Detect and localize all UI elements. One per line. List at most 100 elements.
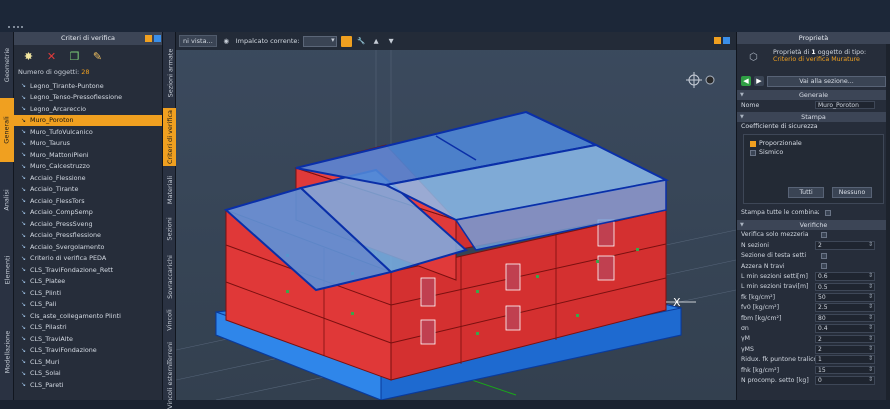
- tab-generali[interactable]: Generali: [0, 98, 14, 162]
- list-item-label: CLS_Platee: [30, 277, 66, 286]
- criterion-icon: ↘: [21, 266, 27, 274]
- property-value[interactable]: 0.4: [815, 324, 875, 333]
- list-item[interactable]: ↘ Acciaio_PressSveng: [14, 218, 162, 230]
- delete-icon[interactable]: ✕: [45, 50, 58, 63]
- down-arrow-icon[interactable]: ▼: [386, 37, 397, 45]
- list-item[interactable]: ↘ CLS_Muri: [14, 356, 162, 368]
- wrench-icon[interactable]: 🔧: [356, 37, 367, 45]
- property-value[interactable]: 80: [815, 313, 875, 323]
- list-item[interactable]: ↘ Acciaio_Flessione: [14, 172, 162, 184]
- name-field[interactable]: Muro_Poroton: [815, 100, 875, 110]
- up-arrow-icon[interactable]: ▲: [371, 37, 382, 45]
- tab-vincoli[interactable]: Vincoli: [163, 306, 177, 334]
- property-value[interactable]: 2: [815, 241, 875, 250]
- menu-dots-icon[interactable]: [8, 26, 23, 28]
- list-item[interactable]: ↘ CLS_Plinti: [14, 287, 162, 299]
- checkbox[interactable]: [750, 149, 756, 156]
- list-item[interactable]: ↘ CLS_Pilastri: [14, 322, 162, 334]
- list-item[interactable]: ↘ CLS_Pareti: [14, 379, 162, 391]
- list-item[interactable]: ↘ CLS_Pali: [14, 299, 162, 311]
- property-value[interactable]: 2.5: [815, 303, 875, 312]
- tab-sovraccarichi[interactable]: Sovraccarichi: [163, 252, 177, 302]
- close-panel-icon[interactable]: [154, 35, 161, 42]
- property-checkbox[interactable]: [821, 231, 827, 238]
- view-icon[interactable]: ◉: [221, 37, 232, 45]
- forward-icon[interactable]: ▶: [754, 76, 764, 86]
- properties-panel: Proprietà ⬡ Proprietà di 1 oggetto di ti…: [736, 32, 890, 400]
- select-none-button[interactable]: Nessuno: [832, 187, 872, 199]
- list-item[interactable]: ↘ Criterio di verifica PEDA: [14, 253, 162, 265]
- list-item[interactable]: ↘ Acciaio_CompSemp: [14, 207, 162, 219]
- list-item[interactable]: ↘ CLS_TraviFondazione: [14, 345, 162, 357]
- axis-x-label: X: [673, 296, 681, 309]
- list-item[interactable]: ↘ Legno_Arcareccio: [14, 103, 162, 115]
- tab-sezioni[interactable]: Sezioni: [163, 212, 177, 246]
- back-icon[interactable]: ◀: [741, 76, 751, 86]
- new-criterion-icon[interactable]: ✸: [22, 50, 35, 63]
- list-item[interactable]: ↘ CLS_TraviAlte: [14, 333, 162, 345]
- list-item-label: Acciaio_Svergolamento: [30, 242, 105, 251]
- property-checkbox[interactable]: [821, 252, 827, 259]
- tab-modellazione[interactable]: Modellazione: [0, 312, 14, 392]
- list-item[interactable]: ↘ Legno_Tirante-Puntone: [14, 80, 162, 92]
- tab-geometrie[interactable]: Geometrie: [0, 40, 14, 90]
- list-item[interactable]: ↘ Muro_Calcestruzzo: [14, 161, 162, 173]
- property-value[interactable]: 0: [815, 376, 875, 385]
- list-item[interactable]: ↘ Acciaio_Svergolamento: [14, 241, 162, 253]
- camera-icon[interactable]: [705, 75, 715, 85]
- 3d-viewport[interactable]: ni vista... ◉ Impalcato corrente: 🔧 ▲ ▼: [176, 32, 736, 400]
- tab-materiali[interactable]: Materiali: [163, 172, 177, 208]
- property-value[interactable]: 0.5: [815, 282, 875, 292]
- list-item[interactable]: ↘ Acciaio_Tirante: [14, 184, 162, 196]
- float-icon[interactable]: [714, 37, 721, 44]
- edit-icon[interactable]: ✎: [91, 50, 104, 63]
- list-item[interactable]: ↘ Muro_TufoVulcanico: [14, 126, 162, 138]
- property-value[interactable]: 2: [815, 334, 875, 344]
- lock-icon[interactable]: [340, 35, 352, 47]
- list-item[interactable]: ↘ Muro_Poroton: [14, 114, 162, 126]
- list-item[interactable]: ↘ Muro_MattoniPieni: [14, 149, 162, 161]
- checkbox-checked[interactable]: [750, 140, 756, 147]
- tab-elementi[interactable]: Elementi: [0, 238, 14, 302]
- select-all-button[interactable]: Tutti: [788, 187, 824, 199]
- property-checkbox[interactable]: [821, 263, 827, 270]
- floor-select[interactable]: [302, 35, 337, 47]
- option-sismico[interactable]: Sismico: [744, 148, 883, 157]
- list-item[interactable]: ↘ CLS_Platee: [14, 276, 162, 288]
- property-value[interactable]: 1: [815, 355, 875, 364]
- list-item-label: CLS_Solai: [30, 369, 61, 378]
- property-row: Azzera N travi: [737, 261, 890, 271]
- copy-icon[interactable]: ❐: [68, 50, 81, 63]
- section-checks-header[interactable]: Verifiche: [737, 219, 890, 230]
- section-print-header[interactable]: Stampa: [737, 112, 890, 123]
- list-item[interactable]: ↘ Cls_aste_collegamento Plinti: [14, 310, 162, 322]
- option-proporzionale[interactable]: Proporzionale: [744, 139, 883, 148]
- list-item[interactable]: ↘ CLS_TraviFondazione_Rett: [14, 264, 162, 276]
- pin-icon[interactable]: [145, 35, 152, 42]
- property-value[interactable]: 50: [815, 293, 875, 302]
- maximize-icon[interactable]: [723, 37, 730, 44]
- orientation-icon[interactable]: [686, 72, 702, 88]
- section-general-header[interactable]: Generale: [737, 90, 890, 100]
- goto-section-select[interactable]: Vai alla sezione...: [767, 75, 886, 87]
- tab-criteri-di-verifica[interactable]: Criteri di verifica: [163, 108, 177, 166]
- tab-sezioni-armate[interactable]: Sezioni armate: [163, 46, 177, 100]
- tab-vincoli-esterni[interactable]: Vincoli esterni: [163, 363, 177, 409]
- property-value[interactable]: 2: [815, 345, 875, 354]
- print-all-checkbox[interactable]: [825, 209, 831, 216]
- properties-scrollbar[interactable]: [886, 44, 890, 400]
- criterion-icon: ↘: [21, 358, 27, 366]
- criterion-icon: ↘: [21, 151, 27, 159]
- property-label: N procomp. setto [kg]: [741, 376, 809, 384]
- list-item[interactable]: ↘ Acciaio_Pressflessione: [14, 230, 162, 242]
- property-value[interactable]: 0.6: [815, 272, 875, 281]
- property-value[interactable]: 15: [815, 365, 875, 375]
- criterion-icon: ↘: [21, 381, 27, 389]
- criterion-icon: ↘: [21, 105, 27, 113]
- list-item[interactable]: ↘ Muro_Taurus: [14, 138, 162, 150]
- list-item[interactable]: ↘ Acciaio_FlessTors: [14, 195, 162, 207]
- view-menu-button[interactable]: ni vista...: [179, 35, 217, 47]
- list-item[interactable]: ↘ CLS_Solai: [14, 368, 162, 380]
- tab-analisi[interactable]: Analisi: [0, 172, 14, 228]
- list-item[interactable]: ↘ Legno_Tenso-Pressoflessione: [14, 92, 162, 104]
